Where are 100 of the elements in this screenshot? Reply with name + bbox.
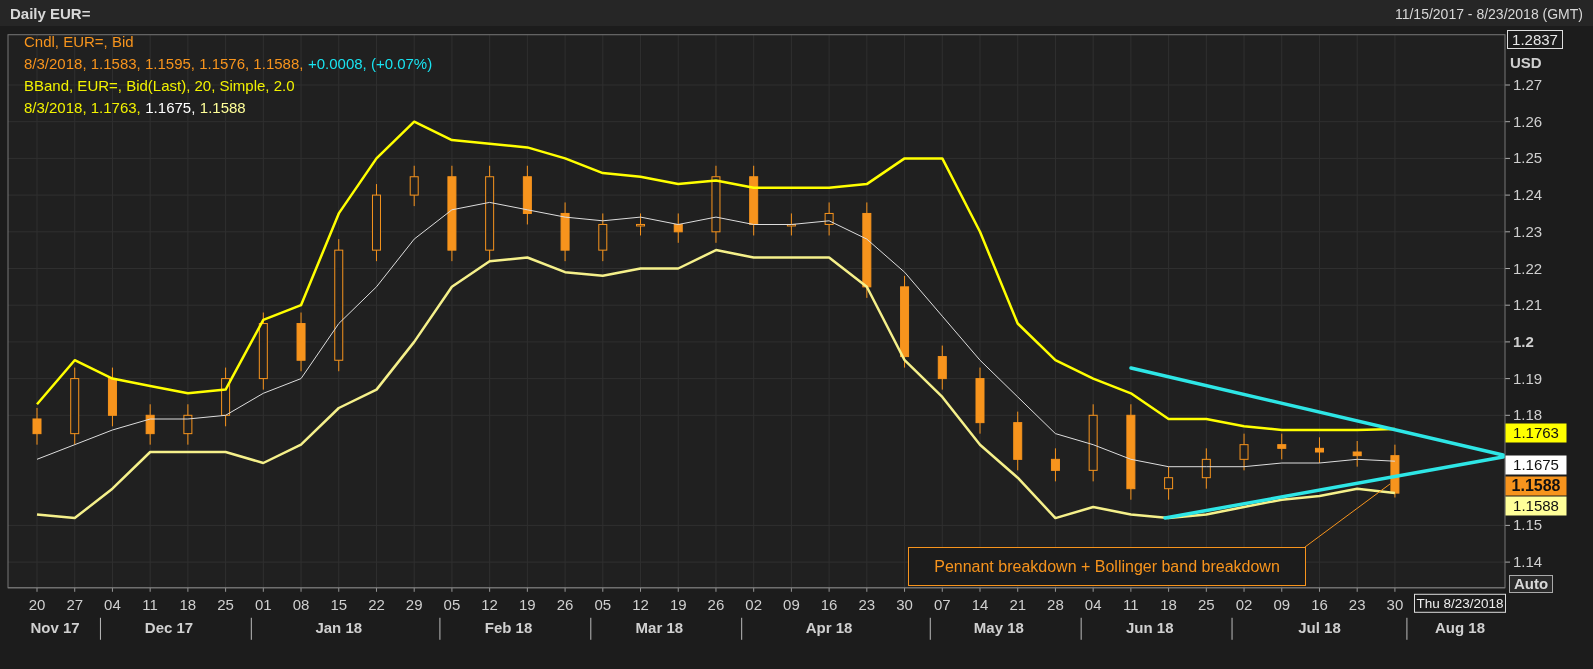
candlestick [296, 312, 306, 372]
axis-label: 20 [28, 595, 46, 613]
axis-label: 1.22 [1513, 259, 1543, 277]
candlestick [1164, 466, 1174, 501]
axis-label: 1.2 [1513, 332, 1534, 350]
candlestick [409, 165, 419, 207]
candlestick [32, 407, 42, 446]
legend-text: BBand, EUR=, Bid(Last), 20, Simple, 2.0 [24, 77, 295, 94]
callout-label: Pennant breakdown + Bollinger band breakdown [908, 547, 1306, 586]
candlestick [786, 212, 796, 236]
candlestick [749, 165, 759, 236]
axis-label: 1.24 [1513, 186, 1543, 204]
month-label: May 18 [973, 618, 1024, 636]
legend-text: 1.1675, [145, 99, 196, 116]
axis-label: 11 [1123, 595, 1139, 613]
legend-text: 1.1588 [199, 99, 246, 116]
axis-label: 11 [142, 595, 158, 613]
candlestick [107, 367, 117, 427]
axis-label: 07 [933, 595, 951, 613]
axis-label: 1.26 [1513, 112, 1543, 130]
value-badge: 1.1588 [1505, 496, 1567, 516]
axis-label: 1.19 [1513, 369, 1543, 387]
candlestick [1050, 447, 1060, 482]
axis-label: 21 [1009, 595, 1027, 613]
axis-label: 1.15 [1513, 516, 1543, 534]
cursor-date-label: Thu 8/23/2018 [1414, 593, 1506, 613]
axis-label: 1.27 [1513, 76, 1543, 93]
axis-label: 23 [858, 595, 876, 613]
candlestick [1315, 436, 1324, 464]
axis-label: 1.25 [1513, 149, 1543, 167]
axis-label: 04 [1084, 595, 1102, 613]
month-label: Aug 18 [1435, 618, 1485, 636]
axis-label: 04 [104, 595, 121, 613]
candlestick [560, 201, 570, 262]
max-value-label: 1.2837 [1507, 30, 1563, 49]
candlestick [1013, 411, 1023, 471]
window-title: Daily EUR= [10, 3, 91, 24]
candlestick [824, 201, 834, 236]
month-label: Feb 18 [484, 618, 533, 636]
axis-label: 26 [556, 595, 574, 613]
axis-label: 19 [519, 595, 536, 613]
axis-label: 02 [1235, 595, 1253, 613]
axis-label: 19 [669, 595, 687, 613]
axis-label: 09 [783, 595, 800, 613]
axis-label: 15 [330, 595, 348, 613]
axis-label: 29 [405, 595, 423, 613]
candlestick [937, 345, 947, 391]
candlestick [1277, 433, 1287, 460]
axis-label: 25 [1198, 595, 1215, 613]
axis-label: 1.18 [1513, 406, 1543, 424]
month-label: Jan 18 [315, 618, 363, 636]
axis-label: 26 [707, 595, 725, 613]
value-badge: 1.1763 [1505, 423, 1567, 443]
legend-text: +0.0008, (+0.07%) [307, 55, 433, 72]
month-label: Apr 18 [805, 618, 853, 636]
candlestick [145, 403, 155, 446]
month-label: Mar 18 [635, 618, 684, 636]
candlestick [1201, 447, 1211, 490]
axis-label: 1.14 [1513, 553, 1543, 571]
candlestick [598, 212, 608, 262]
month-label: Jun 18 [1125, 618, 1174, 636]
axis-label: 30 [1386, 595, 1404, 613]
axis-label: 1.21 [1513, 296, 1543, 314]
axis-label: 01 [255, 595, 272, 613]
axis-label: 25 [217, 595, 234, 613]
date-range: 11/15/2017 - 8/23/2018 (GMT) [1394, 4, 1583, 24]
axis-label: 16 [1311, 595, 1328, 613]
auto-button[interactable]: Auto [1509, 575, 1553, 593]
month-label: Nov 17 [30, 618, 80, 636]
axis-label: 05 [443, 595, 461, 613]
axis-label: 09 [1273, 595, 1291, 613]
axis-label: 18 [179, 595, 197, 613]
candlestick [673, 212, 683, 244]
value-badge: 1.1675 [1505, 455, 1567, 475]
legend-text: Cndl, EUR=, Bid [24, 33, 134, 50]
candlestick [975, 367, 985, 435]
axis-title: USD [1510, 54, 1542, 71]
candlestick [522, 165, 532, 225]
candlestick [1390, 444, 1400, 498]
axis-label: 27 [66, 595, 84, 613]
axis-label: 14 [971, 595, 989, 613]
candlestick [183, 403, 193, 446]
candlestick [221, 367, 231, 427]
axis-label: 18 [1160, 595, 1177, 613]
candlestick [636, 212, 645, 236]
axis-label: 12 [481, 595, 498, 613]
axis-label: 08 [292, 595, 310, 613]
month-label: Jul 18 [1298, 618, 1341, 636]
legend-text: 8/3/2018, 1.1763, [24, 99, 141, 116]
axis-label: 22 [368, 595, 385, 613]
axis-label: 1.23 [1513, 222, 1543, 240]
candlestick [1239, 433, 1249, 471]
legend-text: 8/3/2018, 1.1583, 1.1595, 1.1576, 1.1588, [24, 55, 304, 72]
candlestick [1352, 440, 1362, 468]
value-badge: 1.1588 [1505, 476, 1567, 496]
axis-label: 05 [594, 595, 612, 613]
axis-label: 16 [820, 595, 838, 613]
axis-label: 30 [896, 595, 913, 613]
month-label: Dec 17 [144, 618, 194, 636]
axis-label: 23 [1348, 595, 1366, 613]
